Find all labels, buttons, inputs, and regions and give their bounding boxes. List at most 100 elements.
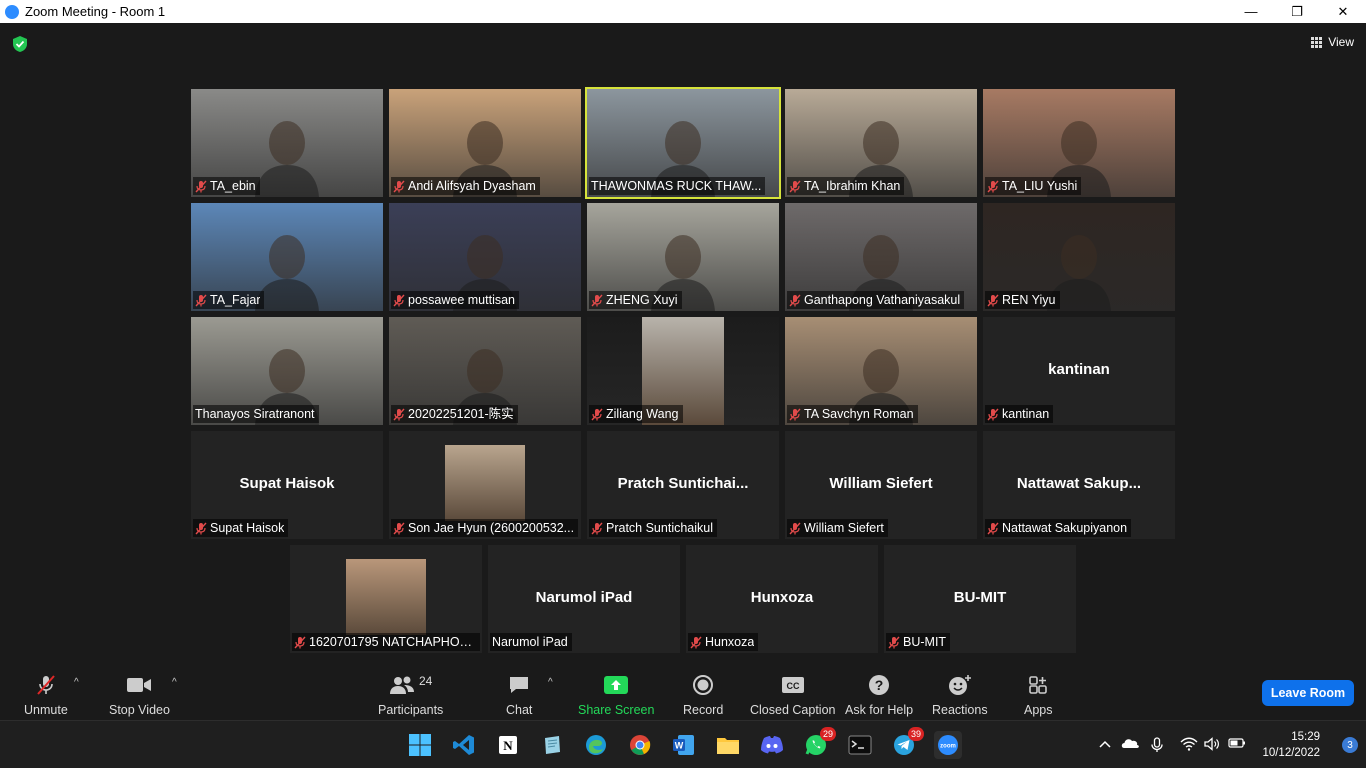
muted-mic-icon xyxy=(393,294,405,307)
close-button[interactable]: ✕ xyxy=(1320,0,1366,23)
zoom-taskbar-icon[interactable]: zoom xyxy=(934,731,962,759)
battery-icon[interactable] xyxy=(1228,737,1246,752)
participant-tile[interactable]: THAWONMAS RUCK THAW... xyxy=(585,87,781,199)
apps-button[interactable]: Apps xyxy=(1024,673,1053,717)
participant-tile[interactable]: Nattawat Sakup... Nattawat Sakupiyanon xyxy=(983,431,1175,539)
participant-name: Andi Alifsyah Dyasham xyxy=(408,179,536,193)
view-button[interactable]: View xyxy=(1311,35,1354,49)
participant-tile[interactable]: Thanayos Siratranont xyxy=(191,317,383,425)
muted-mic-icon xyxy=(690,636,702,649)
muted-mic-icon xyxy=(987,408,999,421)
muted-mic-icon xyxy=(591,294,603,307)
participant-tile[interactable]: Ganthapong Vathaniyasakul xyxy=(785,203,977,311)
video-options-chevron-icon[interactable]: ^ xyxy=(172,677,177,688)
apps-label: Apps xyxy=(1024,703,1053,717)
profile-picture xyxy=(445,445,525,521)
participant-tile[interactable]: Ziliang Wang xyxy=(587,317,779,425)
chrome-browser-icon[interactable] xyxy=(626,731,654,759)
participant-display-name: Hunxoza xyxy=(750,589,814,606)
participant-tile[interactable]: TA_Ibrahim Khan xyxy=(785,89,977,197)
smiley-add-icon xyxy=(948,673,972,697)
participant-tile[interactable]: 1620701795 NATCHAPHON... xyxy=(290,545,482,653)
muted-mic-icon xyxy=(789,180,801,193)
discord-icon[interactable] xyxy=(758,731,786,759)
title-bar: Zoom Meeting - Room 1 — ❐ ✕ xyxy=(0,0,1366,23)
zoom-window: Zoom Meeting - Room 1 — ❐ ✕ View TA_ebin… xyxy=(0,0,1366,720)
stop-video-button[interactable]: Stop Video xyxy=(109,673,170,717)
participant-tile[interactable]: TA_ebin xyxy=(191,89,383,197)
windows-start-icon[interactable] xyxy=(406,731,434,759)
participant-name: THAWONMAS RUCK THAW... xyxy=(591,179,762,193)
meeting-controls: Unmute ^ Stop Video ^ 24 Participants Ch… xyxy=(0,665,1366,720)
participant-display-name: Pratch Suntichai... xyxy=(617,475,749,492)
chat-options-chevron-icon[interactable]: ^ xyxy=(548,677,553,688)
participant-tile[interactable]: Hunxoza Hunxoza xyxy=(686,545,878,653)
participant-tile[interactable]: TA_LIU Yushi xyxy=(983,89,1175,197)
ask-for-help-button[interactable]: ? Ask for Help xyxy=(845,673,913,717)
word-icon[interactable]: W xyxy=(670,731,698,759)
participant-name: TA_Fajar xyxy=(210,293,261,307)
leave-room-button[interactable]: Leave Room xyxy=(1262,680,1354,706)
meeting-top-bar: View xyxy=(0,23,1366,65)
participant-tile[interactable]: possawee muttisan xyxy=(389,203,581,311)
closed-caption-button[interactable]: CC Closed Caption xyxy=(750,673,835,717)
record-label: Record xyxy=(683,703,724,717)
participants-icon: 24 xyxy=(389,673,432,697)
participant-tile[interactable]: Narumol iPad Narumol iPad xyxy=(488,545,680,653)
whatsapp-icon[interactable]: 29 xyxy=(802,727,836,759)
participant-name: BU-MIT xyxy=(903,635,947,649)
muted-mic-icon xyxy=(195,294,207,307)
encryption-shield-icon[interactable] xyxy=(12,35,28,53)
microphone-tray-icon[interactable] xyxy=(1150,737,1164,756)
participant-name-label: Pratch Suntichaikul xyxy=(589,519,718,537)
record-icon xyxy=(692,673,714,697)
participant-tile[interactable]: REN Yiyu xyxy=(983,203,1175,311)
terminal-icon[interactable] xyxy=(846,731,874,759)
participant-tile[interactable]: William Siefert William Siefert xyxy=(785,431,977,539)
file-explorer-icon[interactable] xyxy=(714,731,742,759)
closed-caption-icon: CC xyxy=(781,673,805,697)
participant-name-label: ZHENG Xuyi xyxy=(589,291,682,309)
svg-text:CC: CC xyxy=(786,681,799,691)
participant-tile[interactable]: Pratch Suntichai... Pratch Suntichaikul xyxy=(587,431,779,539)
notes-app-icon[interactable] xyxy=(538,731,566,759)
onedrive-cloud-icon[interactable] xyxy=(1120,737,1140,752)
participant-tile[interactable]: TA_Fajar xyxy=(191,203,383,311)
participant-tile[interactable]: 20202251201-陈实 xyxy=(389,317,581,425)
participant-name: Ganthapong Vathaniyasakul xyxy=(804,293,961,307)
clock[interactable]: 15:29 10/12/2022 xyxy=(1262,729,1320,761)
reactions-button[interactable]: Reactions xyxy=(932,673,988,717)
chat-button[interactable]: Chat xyxy=(506,673,532,717)
participant-tile[interactable]: TA Savchyn Roman xyxy=(785,317,977,425)
participant-tile[interactable]: Supat Haisok Supat Haisok xyxy=(191,431,383,539)
minimize-button[interactable]: — xyxy=(1228,0,1274,23)
telegram-icon[interactable]: 39 xyxy=(890,727,924,759)
notion-icon[interactable]: N xyxy=(494,731,522,759)
participant-tile[interactable]: BU-MIT BU-MIT xyxy=(884,545,1076,653)
participant-tile[interactable]: Son Jae Hyun (2600200532... xyxy=(389,431,581,539)
volume-icon[interactable] xyxy=(1204,737,1220,754)
participants-button[interactable]: 24 Participants xyxy=(378,673,443,717)
participant-name-label: THAWONMAS RUCK THAW... xyxy=(589,177,766,195)
participant-name: Nattawat Sakupiyanon xyxy=(1002,521,1128,535)
svg-text:zoom: zoom xyxy=(940,744,956,750)
participant-name: Pratch Suntichaikul xyxy=(606,521,714,535)
participant-name: 20202251201-陈实 xyxy=(408,407,514,421)
maximize-button[interactable]: ❐ xyxy=(1274,0,1320,23)
participant-tile[interactable]: kantinan kantinan xyxy=(983,317,1175,425)
vscode-icon[interactable] xyxy=(450,731,478,759)
participant-display-name: Narumol iPad xyxy=(535,589,633,606)
participant-name: kantinan xyxy=(1002,407,1050,421)
unmute-button[interactable]: Unmute xyxy=(24,673,68,717)
audio-options-chevron-icon[interactable]: ^ xyxy=(74,677,79,688)
participant-display-name: kantinan xyxy=(1048,361,1110,378)
edge-browser-icon[interactable] xyxy=(582,731,610,759)
tray-overflow-chevron-icon[interactable] xyxy=(1098,737,1112,752)
participant-name: TA_LIU Yushi xyxy=(1002,179,1078,193)
participant-tile[interactable]: Andi Alifsyah Dyasham xyxy=(389,89,581,197)
participant-tile[interactable]: ZHENG Xuyi xyxy=(587,203,779,311)
wifi-icon[interactable] xyxy=(1180,737,1198,754)
notifications-badge[interactable]: 3 xyxy=(1342,737,1358,753)
record-button[interactable]: Record xyxy=(683,673,723,717)
share-screen-button[interactable]: Share Screen xyxy=(578,673,654,717)
